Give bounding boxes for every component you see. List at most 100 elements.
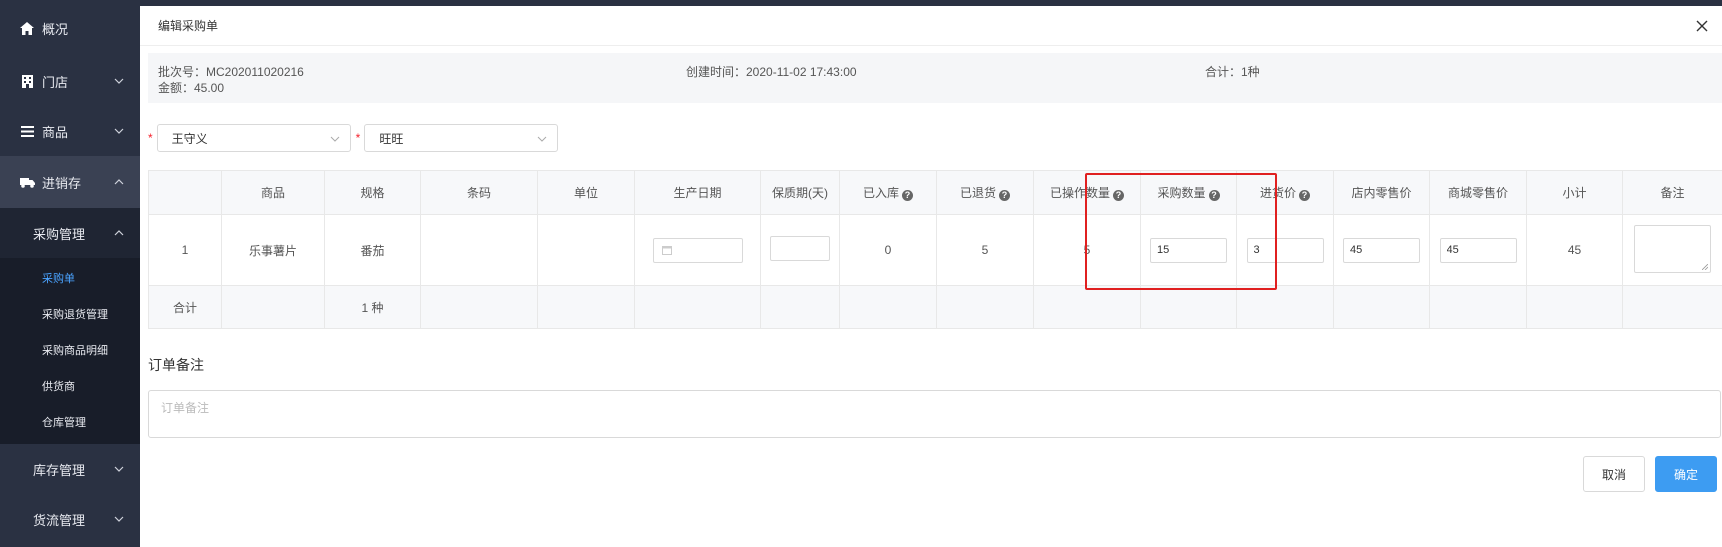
purchase-items-table: 商品 规格 条码 单位 生产日期 保质期(天) 已入库? 已退货? 已操作数量?…: [148, 170, 1722, 329]
sidebar-item-label: 商品: [42, 124, 69, 140]
sidebar: 概况 门店 商品 进销存 采购管理 采购单 采购退货管理 采购商品明细 供货商 …: [0, 0, 140, 547]
sidebar-item-stock-management[interactable]: 库存管理: [0, 444, 140, 494]
sidebar-item-purchase-return[interactable]: 采购退货管理: [0, 296, 140, 332]
supplier-select-value: 旺旺: [379, 131, 404, 146]
chevron-up-icon: [114, 230, 124, 236]
dialog-title: 编辑采购单: [158, 19, 219, 33]
help-icon[interactable]: ?: [1299, 190, 1310, 201]
sidebar-item-goods[interactable]: 商品: [0, 106, 140, 156]
col-mall-retail-price: 商城零售价: [1429, 170, 1527, 215]
required-mark: *: [355, 131, 361, 145]
chevron-down-icon: [114, 466, 124, 472]
summary-empty: [936, 285, 1034, 329]
row-index: 1: [148, 214, 222, 286]
summary-row: 合计 1 种: [148, 285, 1722, 329]
created-time: 创建时间：2020-11-02 17:43:00: [686, 65, 857, 79]
list-icon: [19, 124, 35, 138]
row-purchase-qty: [1140, 214, 1237, 286]
col-purchase-price: 进货价?: [1236, 170, 1334, 215]
col-store-retail-price: 店内零售价: [1333, 170, 1430, 215]
sidebar-item-purchase-management[interactable]: 采购管理: [0, 208, 140, 258]
row-purchase-price: [1236, 214, 1334, 286]
table-row: 1 乐事薯片 番茄 0 5 5 15 3 45 45 45: [148, 214, 1722, 286]
sidebar-item-purchase-order[interactable]: 采购单: [0, 260, 140, 296]
sidebar-item-inventory[interactable]: 进销存: [0, 156, 140, 208]
summary-empty: [1236, 285, 1334, 329]
col-index: [148, 170, 222, 215]
row-note: [1622, 214, 1722, 286]
col-production-date: 生产日期: [634, 170, 761, 215]
chevron-down-icon: [330, 136, 340, 142]
summary-empty: [1429, 285, 1527, 329]
truck-icon: [19, 175, 35, 189]
order-info: 批次号：MC202011020216 创建时间：2020-11-02 17:43…: [148, 53, 1722, 103]
supplier-select[interactable]: 旺旺: [364, 124, 559, 152]
order-remark-textarea[interactable]: 订单备注: [148, 390, 1721, 438]
purchase-qty-input[interactable]: [1150, 237, 1227, 263]
col-operated-label: 已操作数量: [1049, 186, 1110, 200]
col-note: 备注: [1622, 170, 1722, 215]
store-icon: [19, 74, 35, 88]
row-unit: [537, 214, 635, 286]
summary-empty: [1622, 285, 1722, 329]
sidebar-item-overview[interactable]: 概况: [0, 0, 140, 56]
purchase-price-input[interactable]: [1246, 237, 1324, 263]
production-date-input[interactable]: [652, 237, 743, 263]
col-stocked: 已入库?: [839, 170, 937, 215]
app: 概况 门店 商品 进销存 采购管理 采购单 采购退货管理 采购商品明细 供货商 …: [0, 0, 1722, 547]
help-icon[interactable]: ?: [902, 190, 913, 201]
summary-empty: [537, 285, 635, 329]
total-kinds: 合计：1种: [1205, 65, 1260, 79]
summary-empty: [420, 285, 538, 329]
row-stocked: 0: [839, 214, 937, 286]
summary-empty: [1333, 285, 1430, 329]
col-purchase-qty: 采购数量?: [1140, 170, 1237, 215]
summary-empty: [1033, 285, 1141, 329]
chevron-down-icon: [537, 136, 547, 142]
chevron-down-icon: [114, 78, 124, 84]
mall-price-input[interactable]: [1439, 237, 1517, 263]
row-returned: 5: [936, 214, 1034, 286]
shelf-life-input[interactable]: [770, 236, 830, 261]
chevron-down-icon: [114, 516, 124, 522]
col-operated-qty: 已操作数量?: [1033, 170, 1141, 215]
sidebar-item-supplier[interactable]: 供货商: [0, 368, 140, 404]
operator-select[interactable]: 王守义: [156, 124, 351, 152]
row-operated: 5: [1033, 214, 1141, 286]
chevron-up-icon: [114, 179, 124, 185]
col-product: 商品: [221, 170, 325, 215]
row-mall-price: [1429, 214, 1527, 286]
sidebar-item-store[interactable]: 门店: [0, 56, 140, 106]
help-icon[interactable]: ?: [1113, 190, 1124, 201]
summary-label: 合计: [148, 285, 222, 329]
col-unit: 单位: [537, 170, 635, 215]
summary-empty: [1526, 285, 1623, 329]
row-store-price: [1333, 214, 1430, 286]
cancel-button[interactable]: 取消: [1583, 456, 1645, 492]
row-subtotal: 45: [1526, 214, 1623, 286]
sidebar-item-label: 库存管理: [33, 462, 86, 478]
summary-empty: [634, 285, 761, 329]
store-price-input[interactable]: [1343, 237, 1420, 263]
close-icon[interactable]: [1694, 18, 1710, 34]
resize-handle-icon: [1702, 263, 1708, 270]
col-purchase-qty-label: 采购数量: [1157, 186, 1206, 200]
sidebar-item-logistics-management[interactable]: 货流管理: [0, 494, 140, 544]
home-icon: [19, 21, 35, 35]
row-production-date: [634, 214, 761, 286]
required-mark: *: [148, 131, 153, 145]
help-icon[interactable]: ?: [1208, 190, 1220, 201]
col-price-label: 进货价: [1259, 186, 1296, 200]
sidebar-item-warehouse[interactable]: 仓库管理: [0, 404, 140, 440]
confirm-button[interactable]: 确定: [1655, 456, 1717, 492]
select-row: * 王守义 * 旺旺: [148, 124, 563, 152]
sidebar-item-label: 门店: [42, 74, 69, 90]
table-header-row: 商品 规格 条码 单位 生产日期 保质期(天) 已入库? 已退货? 已操作数量?…: [148, 170, 1722, 215]
sidebar-item-purchase-detail[interactable]: 采购商品明细: [0, 332, 140, 368]
order-remark-title: 订单备注: [148, 357, 204, 373]
col-barcode: 条码: [420, 170, 538, 215]
summary-kinds: 1 种: [324, 285, 421, 329]
summary-empty: [839, 285, 937, 329]
note-textarea[interactable]: [1634, 224, 1711, 273]
help-icon[interactable]: ?: [999, 190, 1010, 201]
